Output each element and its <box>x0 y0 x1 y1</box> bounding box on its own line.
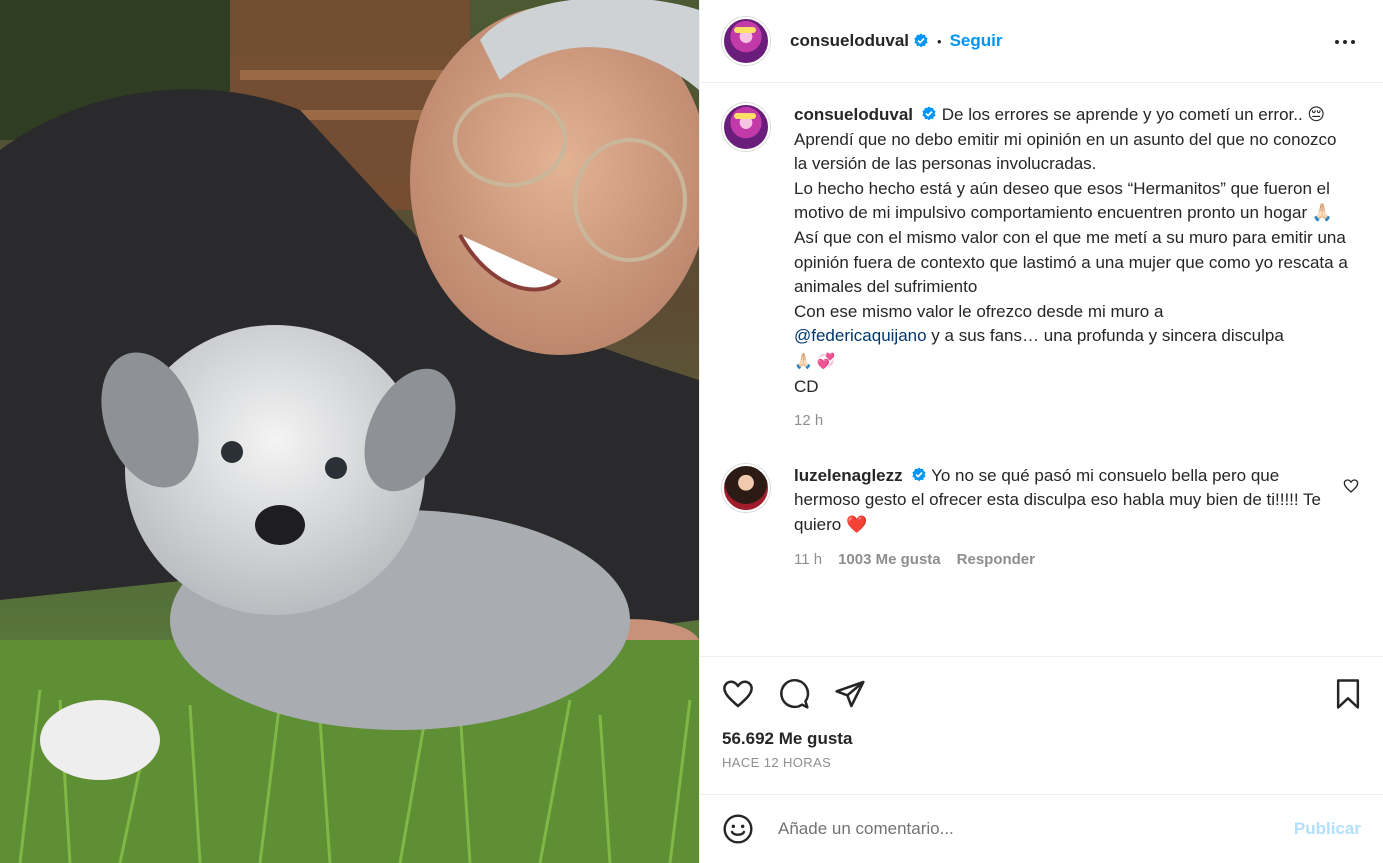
verified-badge-icon <box>922 106 936 121</box>
share-icon[interactable] <box>834 678 866 710</box>
verified-badge-icon <box>914 33 928 48</box>
commenter-avatar[interactable] <box>722 463 770 512</box>
mention-link[interactable]: @federicaquijano <box>794 326 927 345</box>
comments-area[interactable]: consueloduval De los errores se aprende … <box>700 83 1383 656</box>
caption-body: consueloduval De los errores se aprende … <box>794 103 1352 434</box>
caption: consueloduval De los errores se aprende … <box>722 103 1361 434</box>
emoji-icon[interactable] <box>722 813 754 845</box>
comment-like-heart-icon[interactable] <box>1343 478 1359 494</box>
post-photo[interactable] <box>0 0 699 863</box>
post-actions: 56.692 Me gusta HACE 12 HORAS <box>700 656 1383 794</box>
comment-icon[interactable] <box>778 678 810 710</box>
reply-button[interactable]: Responder <box>957 548 1035 573</box>
caption-emojis: 🙏🏻 💞 <box>794 352 836 370</box>
heart-icon[interactable] <box>722 678 754 710</box>
post-timestamp[interactable]: HACE 12 HORAS <box>722 755 1361 770</box>
comment-time[interactable]: 11 h <box>794 548 822 573</box>
comment-item: luzelenaglezz Yo no se qué pasó mi consu… <box>722 463 1361 572</box>
caption-line: Lo hecho hecho está y aún deseo que esos… <box>794 178 1333 223</box>
comment-body: luzelenaglezz Yo no se qué pasó mi consu… <box>794 464 1324 572</box>
comment-meta: 11 h 1003 Me gusta Responder <box>794 548 1324 573</box>
caption-line: Aprendí que no debo emitir mi opinión en… <box>794 129 1337 174</box>
likes-count[interactable]: 56.692 Me gusta <box>722 729 1361 749</box>
bookmark-icon[interactable] <box>1333 678 1363 710</box>
author-avatar[interactable] <box>722 17 770 65</box>
caption-line: De los errores se aprende y yo cometí un… <box>941 105 1326 124</box>
post-header: consueloduval • Seguir <box>700 0 1383 83</box>
publish-button[interactable]: Publicar <box>1294 819 1361 839</box>
add-comment-bar: Publicar <box>700 794 1383 863</box>
separator-dot: • <box>937 33 942 49</box>
author-username[interactable]: consueloduval <box>790 31 909 51</box>
caption-line: Con ese mismo valor le ofrezco desde mi … <box>794 301 1164 321</box>
more-horizontal-icon[interactable] <box>1333 30 1357 54</box>
caption-time[interactable]: 12 h <box>794 409 823 434</box>
caption-username[interactable]: consueloduval <box>794 105 913 124</box>
caption-line: Así que con el mismo valor con el que me… <box>794 227 1348 297</box>
follow-button[interactable]: Seguir <box>950 31 1003 51</box>
action-icons <box>722 677 1361 711</box>
instagram-post: consueloduval • Seguir consueloduval De … <box>0 0 1383 863</box>
caption-meta: 12 h <box>794 409 1352 434</box>
photo-illustration <box>0 0 699 863</box>
caption-line: y a sus fans… una profunda y sincera dis… <box>926 326 1284 346</box>
comment-likes[interactable]: 1003 Me gusta <box>838 548 941 573</box>
caption-signature: CD <box>794 376 819 396</box>
post-side-panel: consueloduval • Seguir consueloduval De … <box>699 0 1383 863</box>
caption-avatar[interactable] <box>722 103 770 151</box>
comment-input[interactable] <box>776 818 1294 840</box>
verified-badge-icon <box>912 467 926 482</box>
commenter-username[interactable]: luzelenaglezz <box>794 466 903 485</box>
